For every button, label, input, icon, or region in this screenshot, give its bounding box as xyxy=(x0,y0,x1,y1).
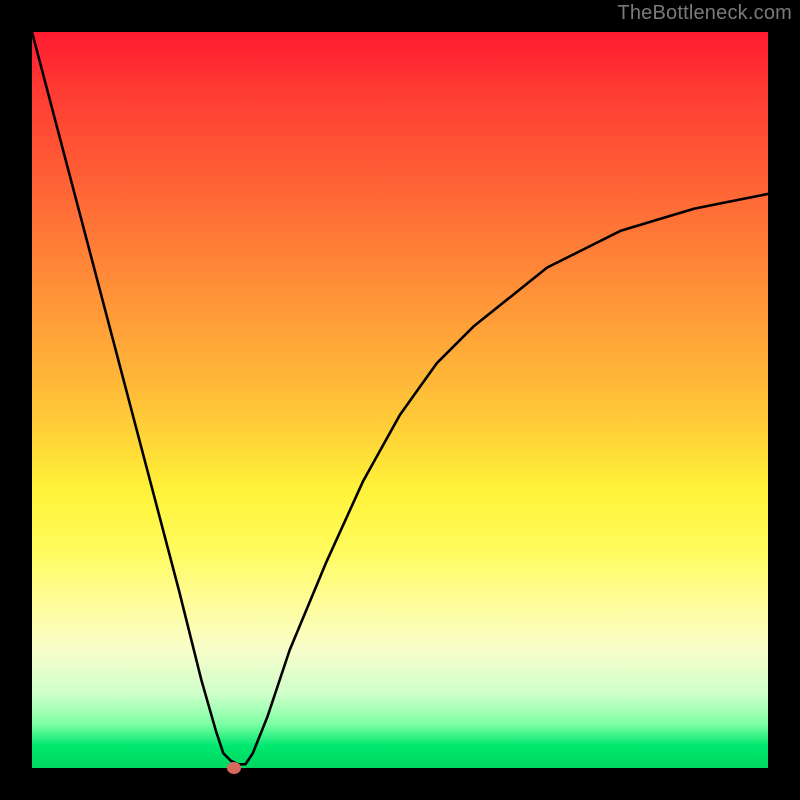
attribution-label: TheBottleneck.com xyxy=(617,2,792,25)
plot-area xyxy=(32,32,768,768)
marker-dot xyxy=(227,762,241,774)
chart-frame: TheBottleneck.com xyxy=(0,0,800,800)
chart-curve xyxy=(32,32,768,768)
